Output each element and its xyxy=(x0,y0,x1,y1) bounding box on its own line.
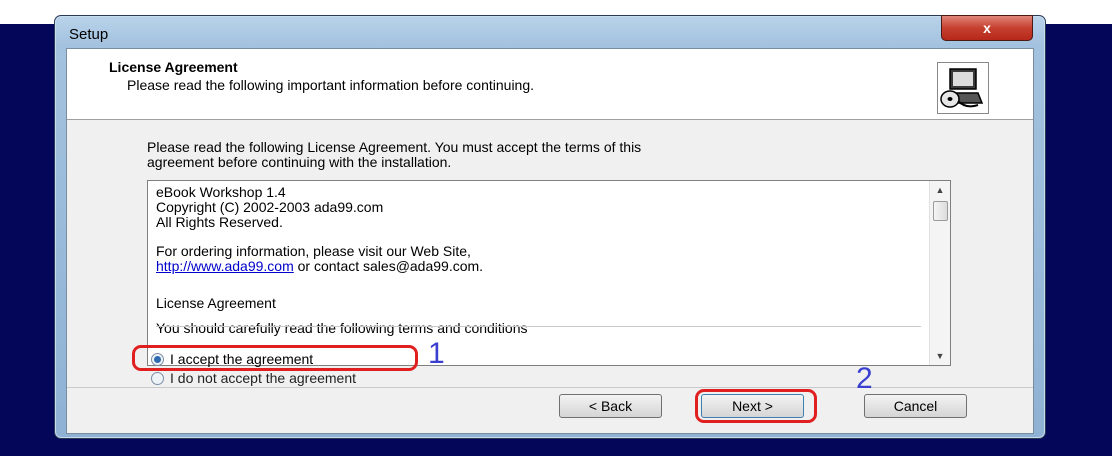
scroll-thumb[interactable] xyxy=(933,201,948,221)
back-button-label: < Back xyxy=(588,398,633,414)
step-1-number: 1 xyxy=(428,337,445,370)
license-line-copyright: Copyright (C) 2002-2003 ada99.com xyxy=(156,199,384,215)
license-scrollbar[interactable]: ▲ ▼ xyxy=(929,181,950,365)
setup-window: Setup x License Agreement Please read th… xyxy=(54,15,1046,439)
license-line-rights: All Rights Reserved. xyxy=(156,214,283,230)
license-line-product: eBook Workshop 1.4 xyxy=(156,184,286,200)
step-2-number: 2 xyxy=(856,362,873,395)
license-text: eBook Workshop 1.4 Copyright (C) 2002-20… xyxy=(156,185,528,336)
step-1-highlight xyxy=(132,345,418,371)
reject-label: I do not accept the agreement xyxy=(170,370,357,386)
page-title: License Agreement xyxy=(109,59,238,75)
license-line-terms: You should carefully read the following … xyxy=(156,320,528,336)
license-line-heading: License Agreement xyxy=(156,295,276,311)
close-icon: x xyxy=(983,20,991,36)
website-link[interactable]: http://www.ada99.com xyxy=(156,258,294,274)
close-button[interactable]: x xyxy=(941,15,1033,41)
window-title: Setup xyxy=(69,26,109,43)
cancel-button-label: Cancel xyxy=(893,398,938,414)
license-line-ordering: For ordering information, please visit o… xyxy=(156,243,471,259)
scroll-down-arrow-icon[interactable]: ▼ xyxy=(930,347,950,365)
step-2-highlight xyxy=(695,389,817,423)
page-subtitle: Please read the following important info… xyxy=(127,77,535,93)
wizard-header: License Agreement Please read the follow… xyxy=(67,49,1033,120)
instructions-line-2: agreement before continuing with the ins… xyxy=(147,154,452,170)
license-text-box[interactable]: eBook Workshop 1.4 Copyright (C) 2002-20… xyxy=(147,180,951,366)
license-line-contact: http://www.ada99.com or contact sales@ad… xyxy=(156,259,528,274)
cancel-button[interactable]: Cancel xyxy=(864,394,967,418)
back-button[interactable]: < Back xyxy=(559,394,662,418)
footer-divider xyxy=(67,387,1033,388)
computer-disk-install-icon xyxy=(937,62,989,114)
license-contact-text: or contact sales@ada99.com. xyxy=(293,258,484,274)
license-divider xyxy=(156,326,921,327)
reject-radio[interactable] xyxy=(151,371,164,385)
reject-option[interactable]: I do not accept the agreement xyxy=(151,370,356,386)
scroll-up-arrow-icon[interactable]: ▲ xyxy=(930,181,950,199)
instructions-line-1: Please read the following License Agreem… xyxy=(147,139,642,155)
wizard-client-area: License Agreement Please read the follow… xyxy=(66,48,1034,434)
instructions-text: Please read the following License Agreem… xyxy=(147,140,907,170)
